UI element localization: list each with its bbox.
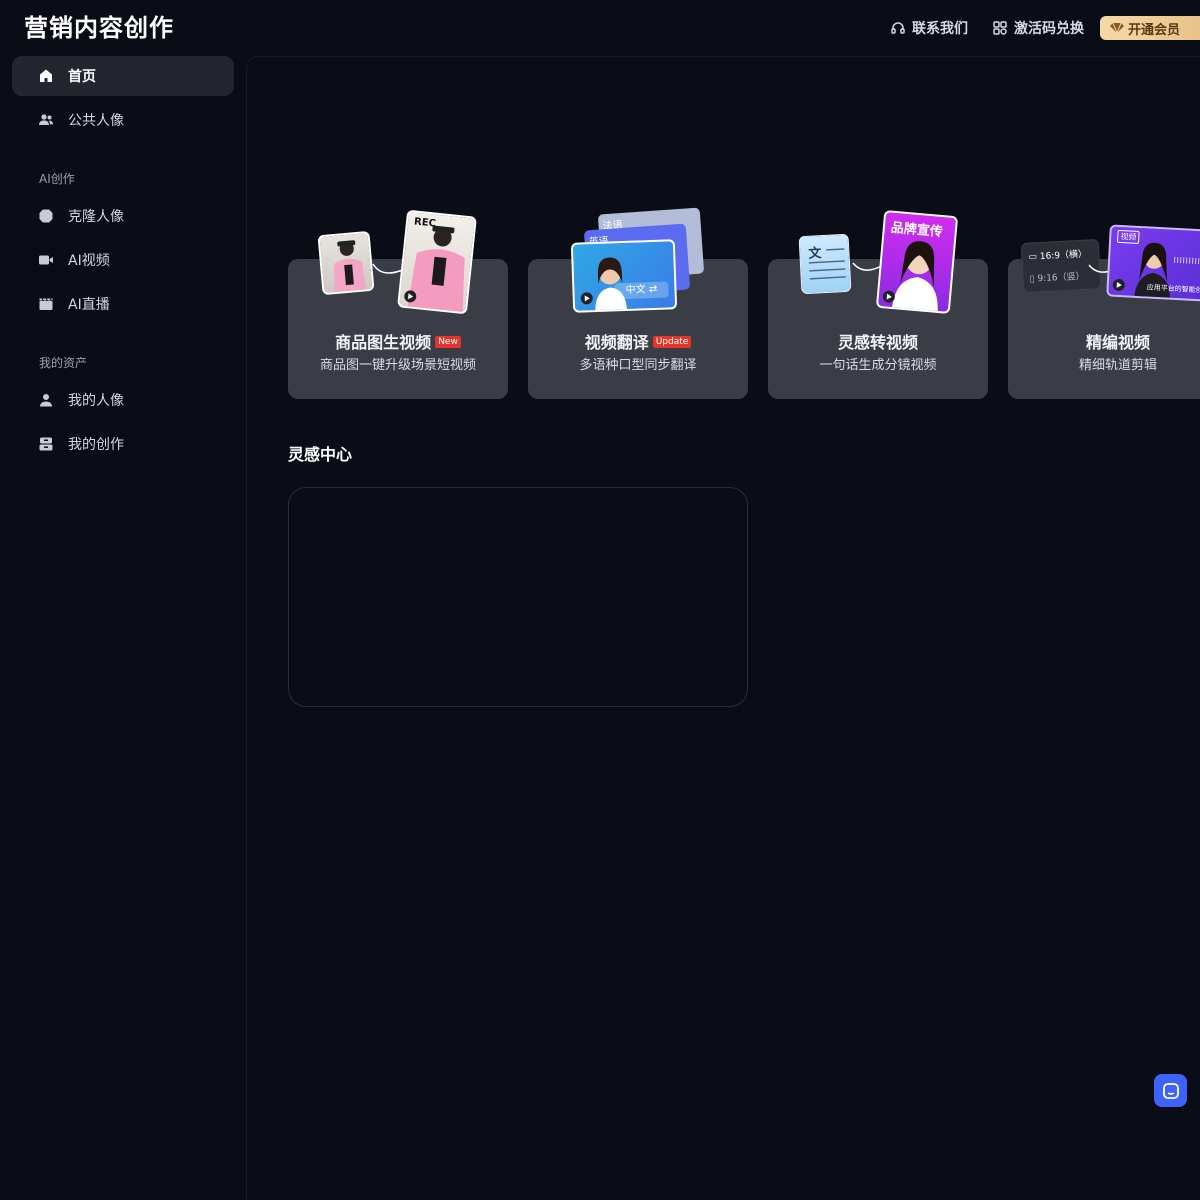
brand-video-thumb: 品牌宣传 (875, 209, 959, 315)
update-badge: Update (652, 335, 692, 348)
inspiration-center-title: 灵感中心 (288, 445, 353, 464)
card-subtitle: 一句话生成分镜视频 (819, 358, 937, 373)
redeem-label: 激活码兑换 (1013, 21, 1084, 37)
inspiration-card-placeholder[interactable] (288, 487, 748, 707)
app-root: 营销内容创作 联系我们 激活码兑换 开通会员 首页 公共人像 AI创作 克隆人像… (0, 0, 1200, 1200)
card-fine-edit-video[interactable]: ▭ 16:9（横） ▯ 9:16（竖） 视频 应用平台的智能创作 精编视频 精细… (1008, 224, 1200, 399)
lang-card-chinese: 中文 ⇄ (570, 239, 678, 313)
card-subtitle: 多语种口型同步翻译 (579, 358, 697, 373)
sidebar-item-label: AI视频 (68, 253, 110, 269)
chat-support-button[interactable] (1154, 1074, 1187, 1107)
card-title: 商品图生视频 New (288, 333, 508, 353)
contact-button[interactable]: 联系我们 (890, 18, 968, 38)
card-title: 视频翻译 Update (528, 333, 748, 353)
top-header: 营销内容创作 联系我们 激活码兑换 开通会员 (0, 0, 1200, 56)
vip-button[interactable]: 开通会员 (1099, 16, 1200, 40)
ratio-landscape-text: 16:9（横） (1039, 249, 1088, 263)
sidebar-item-public-avatars[interactable]: 公共人像 (12, 100, 234, 140)
card-product-to-video[interactable]: REC 商品图生视频 New 商品图一键升级场景短视频 (288, 209, 508, 399)
headset-icon (891, 22, 905, 34)
archive-icon (38, 436, 54, 452)
users-icon (38, 112, 54, 128)
new-badge: New (435, 335, 461, 348)
sidebar-item-label: AI直播 (68, 297, 110, 313)
video-tag: 视频 (1116, 229, 1140, 244)
sidebar-item-my-avatars[interactable]: 我的人像 (12, 380, 234, 420)
sidebar: 首页 公共人像 AI创作 克隆人像 AI视频 AI直播 我的资产 我的人像 我的… (0, 56, 246, 1200)
sidebar-item-label: 首页 (68, 69, 96, 85)
section-ai-creation: AI创作 (39, 172, 75, 186)
grid-icon (993, 21, 1007, 35)
chat-icon (1162, 1082, 1179, 1099)
card-title-text: 视频翻译 (584, 333, 649, 352)
card-title-text: 商品图生视频 (335, 333, 432, 352)
diamond-icon (1109, 22, 1124, 34)
sidebar-item-my-creations[interactable]: 我的创作 (12, 424, 234, 464)
sidebar-item-label: 公共人像 (68, 113, 124, 129)
ratio-portrait: ▯ 9:16（竖） (1029, 271, 1085, 285)
lang-tag-chinese: 中文 ⇄ (614, 281, 669, 300)
video-camera-icon (38, 252, 54, 268)
sidebar-item-label: 克隆人像 (68, 209, 124, 225)
section-my-assets: 我的资产 (39, 356, 88, 370)
card-video-translation[interactable]: 法语 英语 中文 ⇄ 视频翻译Update 多语种口型同步翻译 (528, 207, 748, 399)
main-panel: REC 商品图生视频New 商品图一键升级场景短视频 法语 英语 (246, 56, 1200, 1200)
card-idea-to-video[interactable]: 文 品牌宣传 灵感转视频 一句话生成分镜视频 (768, 209, 988, 399)
ratio-landscape: ▭ 16:9（横） (1028, 249, 1088, 263)
lang-tag-chinese-text: 中文 (625, 284, 646, 296)
clapper-icon (38, 296, 54, 312)
user-icon (38, 392, 54, 408)
card-title: 精编视频 (1085, 333, 1150, 352)
ratio-portrait-text: 9:16（竖） (1037, 271, 1085, 285)
text-doc-thumb: 文 (798, 233, 852, 295)
rec-label: REC (413, 216, 437, 230)
vip-label: 开通会员 (1127, 22, 1180, 38)
sidebar-item-home[interactable]: 首页 (12, 56, 234, 96)
product-thumb-large: REC (397, 209, 477, 315)
sidebar-item-clone-avatar[interactable]: 克隆人像 (12, 196, 234, 236)
sidebar-item-ai-video[interactable]: AI视频 (12, 240, 234, 280)
clone-icon (38, 208, 54, 224)
edit-video-thumb: 视频 应用平台的智能创作 (1106, 224, 1200, 302)
redeem-code-button[interactable]: 激活码兑换 (992, 18, 1084, 38)
card-subtitle: 商品图一键升级场景短视频 (319, 358, 476, 373)
home-icon (38, 68, 54, 84)
app-logo[interactable]: 营销内容创作 (24, 12, 174, 44)
sidebar-item-label: 我的人像 (68, 393, 124, 409)
contact-label: 联系我们 (911, 21, 968, 37)
card-title: 灵感转视频 (837, 333, 918, 352)
product-thumb-small (317, 230, 375, 296)
sidebar-item-label: 我的创作 (68, 437, 124, 453)
card-subtitle: 精细轨道剪辑 (1078, 358, 1157, 373)
header-actions: 联系我们 激活码兑换 开通会员 (866, 16, 1200, 40)
sidebar-item-ai-live[interactable]: AI直播 (12, 284, 234, 324)
